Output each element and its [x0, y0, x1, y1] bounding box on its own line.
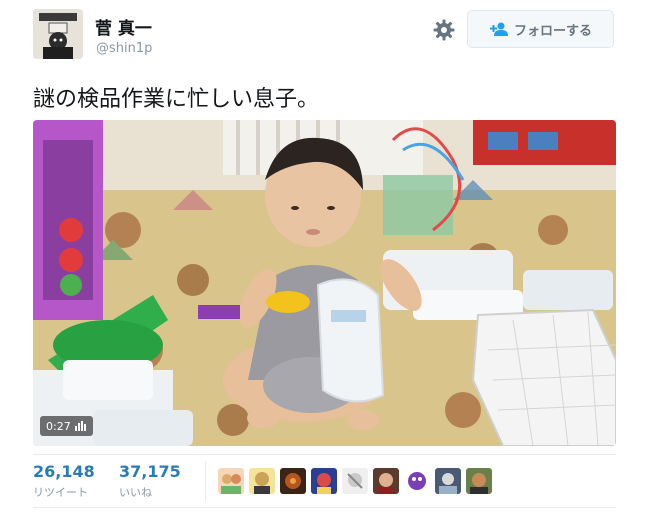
- user-handle[interactable]: @shin1p: [96, 41, 152, 56]
- liker-avatar[interactable]: [435, 468, 461, 494]
- liker-avatar[interactable]: [249, 468, 275, 494]
- retweet-count: 26,148: [33, 462, 95, 481]
- follow-button-label: フォローする: [513, 23, 592, 39]
- tweet-text: 謎の検品作業に忙しい息子。: [33, 87, 320, 112]
- liker-avatar[interactable]: [373, 468, 399, 494]
- video-duration-badge: 0:27: [40, 416, 93, 436]
- liker-avatars: [218, 468, 492, 494]
- liker-avatar[interactable]: [311, 468, 337, 494]
- like-count: 37,175: [119, 462, 181, 481]
- video-duration: 0:27: [46, 419, 71, 433]
- like-label: いいね: [119, 486, 152, 499]
- retweet-label: リツイート: [33, 486, 88, 499]
- gif-icon: [74, 421, 86, 431]
- liker-avatar[interactable]: [342, 468, 368, 494]
- gear-icon[interactable]: [432, 18, 456, 42]
- liker-avatar[interactable]: [280, 468, 306, 494]
- liker-avatar[interactable]: [466, 468, 492, 494]
- add-user-icon: [489, 22, 508, 36]
- avatar[interactable]: [33, 9, 83, 59]
- divider: [205, 461, 206, 501]
- divider: [33, 454, 616, 455]
- video-thumbnail[interactable]: [33, 120, 616, 446]
- like-stat[interactable]: 37,175 いいね: [119, 463, 181, 500]
- liker-avatar[interactable]: [218, 468, 244, 494]
- follow-button[interactable]: フォローする: [467, 10, 614, 48]
- retweet-stat[interactable]: 26,148 リツイート: [33, 463, 95, 500]
- display-name[interactable]: 菅 真一: [95, 14, 152, 39]
- liker-avatar[interactable]: [404, 468, 430, 494]
- divider: [33, 507, 616, 508]
